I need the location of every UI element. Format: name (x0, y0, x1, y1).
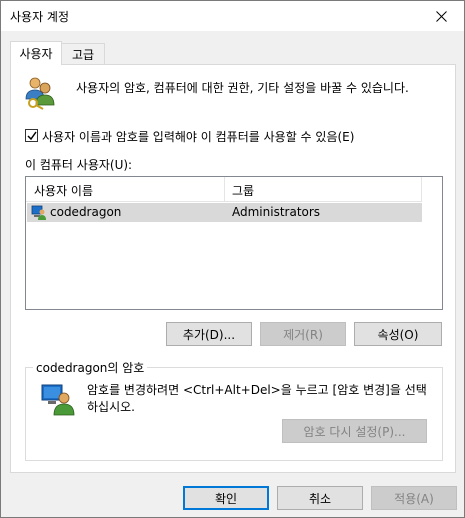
tab-users[interactable]: 사용자 (10, 41, 62, 65)
table-row[interactable]: codedragon Administrators (27, 203, 422, 222)
user-accounts-dialog: 사용자 계정 사용자 고급 사용자의 암호, 컴퓨터에 대한 권한, 기타 설정… (0, 0, 465, 518)
user-monitor-icon (41, 384, 75, 416)
title-bar[interactable]: 사용자 계정 (1, 1, 464, 31)
column-divider[interactable] (421, 177, 422, 202)
require-login-checkbox[interactable] (25, 129, 38, 142)
listview-header: 사용자 이름 그룹 (26, 177, 422, 202)
close-icon (435, 10, 447, 22)
apply-button[interactable]: 적용(A) (371, 486, 457, 510)
column-divider[interactable] (224, 177, 225, 202)
row-username: codedragon (50, 205, 122, 219)
window-title: 사용자 계정 (10, 10, 70, 24)
reset-password-button[interactable]: 암호 다시 설정(P)... (282, 419, 427, 443)
password-instructions: 암호를 변경하려면 <Ctrl+Alt+Del>을 누르고 [암호 변경]을 선… (87, 383, 427, 414)
users-key-icon (25, 77, 55, 110)
add-user-button[interactable]: 추가(D)... (166, 322, 252, 346)
remove-user-button[interactable]: 제거(R) (260, 322, 346, 346)
tab-advanced[interactable]: 고급 (61, 43, 105, 65)
cancel-button[interactable]: 취소 (277, 486, 363, 510)
require-login-label[interactable]: 사용자 이름과 암호를 입력해야 이 컴퓨터를 사용할 수 있음(E) (42, 128, 354, 145)
close-button[interactable] (418, 1, 464, 31)
column-header-group[interactable]: 그룹 (232, 182, 254, 199)
row-group: Administrators (232, 205, 321, 219)
properties-button[interactable]: 속성(O) (354, 322, 442, 346)
user-account-icon (31, 205, 46, 220)
users-listview[interactable]: 사용자 이름 그룹 codedragon Administrators (25, 176, 443, 310)
intro-text: 사용자의 암호, 컴퓨터에 대한 권한, 기타 설정을 바꿀 수 있습니다. (76, 81, 409, 95)
column-header-username[interactable]: 사용자 이름 (34, 182, 93, 199)
password-group-title: codedragon의 암호 (33, 359, 148, 376)
users-list-label: 이 컴퓨터 사용자(U): (25, 158, 133, 172)
ok-button[interactable]: 확인 (183, 486, 269, 510)
checkmark-icon (27, 131, 37, 141)
